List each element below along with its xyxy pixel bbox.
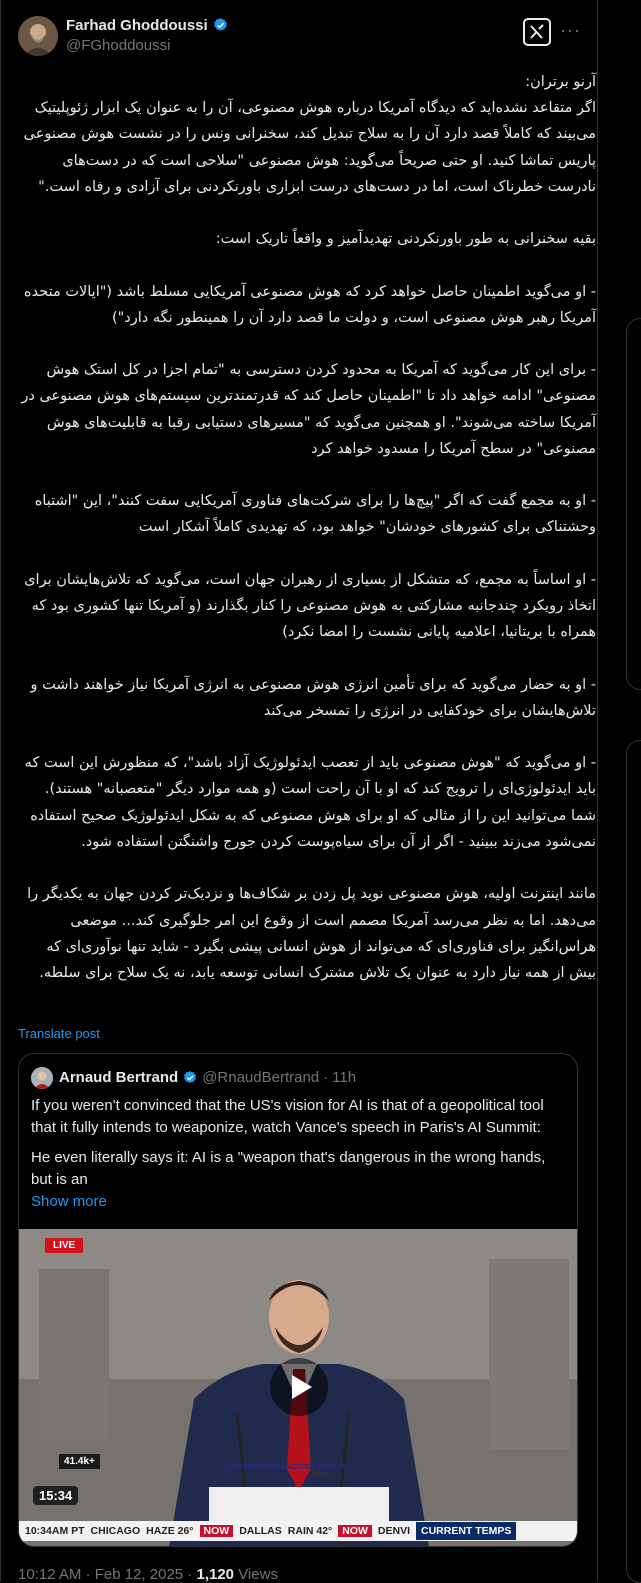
sidebar-card-edge bbox=[626, 318, 641, 690]
quoted-paragraph: He even literally says it: AI is a "weap… bbox=[31, 1149, 546, 1188]
ticker-brand: NOW bbox=[338, 1525, 372, 1537]
quoted-author-name[interactable]: Arnaud Bertrand bbox=[59, 1069, 178, 1086]
sidebar-card-edge bbox=[626, 740, 641, 1583]
post-meta: 10:12 AM · Feb 12, 2025 · 1,120 Views bbox=[18, 1566, 278, 1583]
ticker-condition: HAZE 26° bbox=[146, 1525, 194, 1537]
verified-badge-icon bbox=[213, 18, 227, 31]
video-player[interactable]: LIVE 41.4k+ SOMMET POUR L'ACTION SUR L'I… bbox=[19, 1229, 577, 1546]
video-duration: 15:34 bbox=[33, 1486, 79, 1505]
quoted-post-age[interactable]: 11h bbox=[332, 1069, 356, 1086]
ticker-condition: RAIN 42° bbox=[287, 1525, 333, 1537]
author-handle[interactable]: @FGhoddoussi bbox=[66, 37, 170, 54]
quoted-text: If you weren't convinced that the US's v… bbox=[31, 1095, 567, 1199]
meta-separator: · bbox=[323, 1069, 329, 1086]
grok-icon[interactable] bbox=[523, 18, 551, 46]
quoted-avatar[interactable] bbox=[31, 1067, 53, 1089]
news-ticker: 10:34AM PT CHICAGO HAZE 26° NOW DALLAS R… bbox=[19, 1521, 577, 1541]
quoted-post[interactable]: Arnaud Bertrand @RnaudBertrand · 11h If … bbox=[18, 1053, 578, 1547]
ticker-time: 10:34AM PT bbox=[25, 1525, 85, 1537]
ticker-city: DALLAS bbox=[239, 1525, 282, 1537]
quoted-paragraph: If you weren't convinced that the US's v… bbox=[31, 1097, 544, 1136]
show-more-link[interactable]: Show more bbox=[31, 1193, 107, 1210]
ticker-brand: NOW bbox=[199, 1525, 234, 1537]
translate-post-link[interactable]: Translate post bbox=[18, 1026, 100, 1041]
views-count: 1,120 bbox=[196, 1566, 235, 1583]
live-badge: LIVE bbox=[45, 1238, 84, 1253]
column-border-right bbox=[597, 0, 598, 1581]
author-name[interactable]: Farhad Ghoddoussi bbox=[66, 17, 208, 34]
post-date[interactable]: Feb 12, 2025 bbox=[95, 1566, 183, 1583]
quoted-author-handle[interactable]: @RnaudBertrand bbox=[202, 1069, 319, 1086]
views-label: Views bbox=[238, 1566, 278, 1583]
ticker-city: CHICAGO bbox=[90, 1525, 141, 1537]
ticker-label: CURRENT TEMPS bbox=[416, 1522, 517, 1540]
views-badge: 41.4k+ bbox=[59, 1454, 100, 1469]
author-row: Farhad Ghoddoussi bbox=[66, 17, 229, 34]
post-text: آرنو برتران: اگر متقاعد نشده‌اید که دیدگ… bbox=[21, 74, 596, 981]
ticker-city: DENVI bbox=[377, 1525, 411, 1537]
location-label: Paris bbox=[309, 1469, 330, 1479]
quoted-header: Arnaud Bertrand @RnaudBertrand · 11h bbox=[59, 1069, 356, 1086]
more-options-icon[interactable]: ··· bbox=[560, 20, 581, 41]
verified-badge-icon bbox=[184, 1070, 197, 1083]
avatar[interactable] bbox=[18, 16, 58, 56]
post-time[interactable]: 10:12 AM bbox=[18, 1566, 81, 1583]
column-border-left bbox=[0, 0, 1, 1581]
play-icon[interactable] bbox=[270, 1358, 328, 1416]
